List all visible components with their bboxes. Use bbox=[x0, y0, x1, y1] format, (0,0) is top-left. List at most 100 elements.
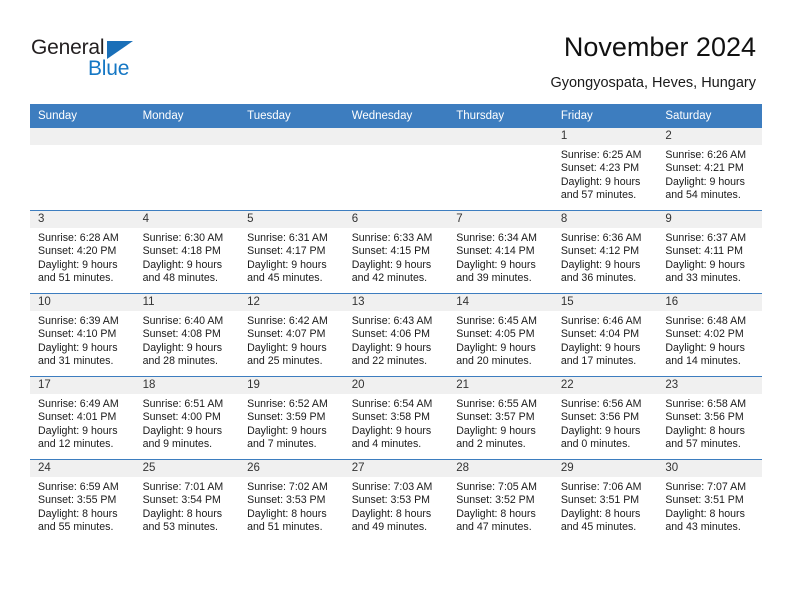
day-number: 28 bbox=[448, 460, 553, 477]
calendar-day-cell[interactable]: 24 Sunrise: 6:59 AM Sunset: 3:55 PM Dayligh… bbox=[30, 459, 135, 542]
sunset-text: Sunset: 3:56 PM bbox=[560, 411, 640, 424]
calendar-day-cell[interactable]: 11 Sunrise: 6:40 AM Sunset: 4:08 PM Dayligh… bbox=[134, 293, 240, 377]
calendar-body: 1 Sunrise: 6:25 AM Sunset: 4:23 PM Daylight… bbox=[30, 128, 762, 542]
sunset-text: Sunset: 3:51 PM bbox=[665, 494, 744, 507]
day-details: Sunrise: 6:40 AM Sunset: 4:08 PM Daylight:… bbox=[135, 311, 240, 369]
calendar-week-row: 1 Sunrise: 6:25 AM Sunset: 4:23 PM Daylight… bbox=[30, 128, 762, 211]
sunrise-text: Sunrise: 6:46 AM bbox=[560, 315, 642, 327]
sunrise-text: Sunrise: 6:52 AM bbox=[247, 398, 328, 410]
calendar-day-cell[interactable]: 26 Sunrise: 7:02 AM Sunset: 3:53 PM Dayligh… bbox=[239, 459, 344, 542]
weekday-header-monday: Monday bbox=[134, 104, 240, 128]
calendar-day-cell[interactable]: 13 Sunrise: 6:43 AM Sunset: 4:06 PM Dayligh… bbox=[343, 293, 449, 377]
calendar-day-cell[interactable]: 6 Sunrise: 6:33 AM Sunset: 4:15 PM Daylight… bbox=[343, 210, 449, 294]
day-details: Sunrise: 6:45 AM Sunset: 4:05 PM Daylight:… bbox=[448, 311, 553, 369]
calendar-day-cell-empty bbox=[134, 128, 240, 211]
daylight-text-line2: and 57 minutes. bbox=[560, 189, 637, 202]
day-number: 21 bbox=[448, 377, 553, 394]
day-number: 5 bbox=[239, 211, 344, 228]
calendar-day-cell[interactable]: 9 Sunrise: 6:37 AM Sunset: 4:11 PM Daylight… bbox=[657, 210, 762, 294]
day-number: 12 bbox=[239, 294, 344, 311]
day-details: Sunrise: 6:42 AM Sunset: 4:07 PM Daylight:… bbox=[239, 311, 344, 369]
day-details: Sunrise: 6:25 AM Sunset: 4:23 PM Daylight:… bbox=[553, 145, 658, 203]
day-details: Sunrise: 6:33 AM Sunset: 4:15 PM Daylight:… bbox=[344, 228, 449, 286]
day-details: Sunrise: 6:58 AM Sunset: 3:56 PM Daylight:… bbox=[657, 394, 762, 452]
sunrise-text: Sunrise: 7:01 AM bbox=[142, 481, 224, 493]
calendar-day-cell[interactable]: 12 Sunrise: 6:42 AM Sunset: 4:07 PM Dayligh… bbox=[239, 293, 344, 377]
daylight-text-line2: and 2 minutes. bbox=[456, 438, 526, 451]
daylight-text-line1: Daylight: 9 hours bbox=[142, 258, 223, 271]
sunrise-text: Sunrise: 6:59 AM bbox=[38, 481, 119, 493]
calendar-day-cell[interactable]: 4 Sunrise: 6:30 AM Sunset: 4:18 PM Daylight… bbox=[134, 210, 240, 294]
calendar-day-cell[interactable]: 22 Sunrise: 6:56 AM Sunset: 3:56 PM Dayligh… bbox=[552, 376, 658, 460]
calendar-page: General Blue November 2024 Gyongyospata,… bbox=[0, 0, 792, 612]
calendar-day-cell[interactable]: 25 Sunrise: 7:01 AM Sunset: 3:54 PM Dayligh… bbox=[134, 459, 240, 542]
sunset-text: Sunset: 4:23 PM bbox=[560, 162, 640, 175]
calendar-day-cell[interactable]: 7 Sunrise: 6:34 AM Sunset: 4:14 PM Daylight… bbox=[448, 210, 553, 294]
day-number: 24 bbox=[30, 460, 135, 477]
day-number: 10 bbox=[30, 294, 135, 311]
daylight-text-line1: Daylight: 8 hours bbox=[665, 507, 745, 520]
day-number: 26 bbox=[239, 460, 344, 477]
calendar-day-cell-empty bbox=[343, 128, 449, 211]
day-details: Sunrise: 6:39 AM Sunset: 4:10 PM Daylight:… bbox=[30, 311, 135, 369]
daylight-text-line1: Daylight: 8 hours bbox=[665, 424, 745, 437]
day-details: Sunrise: 7:01 AM Sunset: 3:54 PM Daylight:… bbox=[135, 477, 240, 535]
daylight-text-line1: Daylight: 9 hours bbox=[560, 341, 641, 354]
day-number bbox=[134, 128, 240, 145]
calendar-day-cell[interactable]: 3 Sunrise: 6:28 AM Sunset: 4:20 PM Daylight… bbox=[30, 210, 135, 294]
calendar-day-cell[interactable]: 1 Sunrise: 6:25 AM Sunset: 4:23 PM Daylight… bbox=[552, 128, 658, 211]
day-number: 19 bbox=[239, 377, 344, 394]
calendar-day-cell[interactable]: 28 Sunrise: 7:05 AM Sunset: 3:52 PM Dayligh… bbox=[448, 459, 553, 542]
calendar-day-cell[interactable]: 5 Sunrise: 6:31 AM Sunset: 4:17 PM Daylight… bbox=[239, 210, 344, 294]
day-details: Sunrise: 6:31 AM Sunset: 4:17 PM Daylight:… bbox=[239, 228, 344, 286]
calendar-day-cell-empty bbox=[239, 128, 344, 211]
daylight-text-line1: Daylight: 9 hours bbox=[665, 175, 745, 188]
daylight-text-line2: and 45 minutes. bbox=[560, 521, 637, 534]
daylight-text-line1: Daylight: 9 hours bbox=[142, 424, 223, 437]
day-number: 8 bbox=[552, 211, 658, 228]
daylight-text-line2: and 39 minutes. bbox=[456, 272, 532, 285]
daylight-text-line1: Daylight: 9 hours bbox=[560, 424, 641, 437]
calendar-day-cell[interactable]: 27 Sunrise: 7:03 AM Sunset: 3:53 PM Dayligh… bbox=[343, 459, 449, 542]
calendar-day-cell[interactable]: 10 Sunrise: 6:39 AM Sunset: 4:10 PM Dayligh… bbox=[30, 293, 135, 377]
calendar-day-cell[interactable]: 17 Sunrise: 6:49 AM Sunset: 4:01 PM Dayligh… bbox=[30, 376, 135, 460]
day-details: Sunrise: 6:56 AM Sunset: 3:56 PM Daylight:… bbox=[553, 394, 658, 452]
calendar-day-cell[interactable]: 30 Sunrise: 7:07 AM Sunset: 3:51 PM Dayligh… bbox=[657, 459, 762, 542]
sunset-text: Sunset: 3:53 PM bbox=[247, 494, 326, 507]
calendar-day-cell[interactable]: 29 Sunrise: 7:06 AM Sunset: 3:51 PM Dayligh… bbox=[552, 459, 658, 542]
calendar-week-row: 17 Sunrise: 6:49 AM Sunset: 4:01 PM Dayligh… bbox=[30, 376, 762, 460]
daylight-text-line2: and 53 minutes. bbox=[142, 521, 218, 534]
sunrise-text: Sunrise: 6:30 AM bbox=[142, 232, 224, 244]
sunrise-text: Sunrise: 6:48 AM bbox=[665, 315, 747, 327]
sunrise-text: Sunrise: 7:07 AM bbox=[665, 481, 747, 493]
daylight-text-line1: Daylight: 8 hours bbox=[456, 507, 536, 520]
weekday-header-thursday: Thursday bbox=[448, 104, 553, 128]
calendar-day-cell[interactable]: 19 Sunrise: 6:52 AM Sunset: 3:59 PM Dayligh… bbox=[239, 376, 344, 460]
calendar-day-cell[interactable]: 16 Sunrise: 6:48 AM Sunset: 4:02 PM Dayligh… bbox=[657, 293, 762, 377]
daylight-text-line1: Daylight: 9 hours bbox=[665, 258, 745, 271]
day-details: Sunrise: 6:55 AM Sunset: 3:57 PM Daylight:… bbox=[448, 394, 553, 452]
sunset-text: Sunset: 4:11 PM bbox=[665, 245, 743, 258]
calendar-day-cell[interactable]: 2 Sunrise: 6:26 AM Sunset: 4:21 PM Daylight… bbox=[657, 128, 762, 211]
calendar-day-cell[interactable]: 20 Sunrise: 6:54 AM Sunset: 3:58 PM Dayligh… bbox=[343, 376, 449, 460]
daylight-text-line1: Daylight: 9 hours bbox=[247, 424, 327, 437]
calendar-day-cell[interactable]: 23 Sunrise: 6:58 AM Sunset: 3:56 PM Dayligh… bbox=[657, 376, 762, 460]
daylight-text-line2: and 51 minutes. bbox=[247, 521, 323, 534]
sunrise-text: Sunrise: 6:37 AM bbox=[665, 232, 747, 244]
calendar-day-cell[interactable]: 18 Sunrise: 6:51 AM Sunset: 4:00 PM Dayligh… bbox=[134, 376, 240, 460]
daylight-text-line2: and 45 minutes. bbox=[247, 272, 323, 285]
day-number bbox=[343, 128, 449, 145]
sunrise-text: Sunrise: 6:33 AM bbox=[351, 232, 433, 244]
sunset-text: Sunset: 4:05 PM bbox=[456, 328, 535, 341]
calendar-day-cell[interactable]: 15 Sunrise: 6:46 AM Sunset: 4:04 PM Dayligh… bbox=[552, 293, 658, 377]
day-details: Sunrise: 6:59 AM Sunset: 3:55 PM Daylight:… bbox=[30, 477, 135, 535]
calendar-day-cell[interactable]: 8 Sunrise: 6:36 AM Sunset: 4:12 PM Daylight… bbox=[552, 210, 658, 294]
calendar-day-cell[interactable]: 21 Sunrise: 6:55 AM Sunset: 3:57 PM Dayligh… bbox=[448, 376, 553, 460]
daylight-text-line2: and 36 minutes. bbox=[560, 272, 637, 285]
sunset-text: Sunset: 4:02 PM bbox=[665, 328, 744, 341]
day-number: 14 bbox=[448, 294, 553, 311]
sunrise-text: Sunrise: 6:58 AM bbox=[665, 398, 747, 410]
calendar-day-cell[interactable]: 14 Sunrise: 6:45 AM Sunset: 4:05 PM Dayligh… bbox=[448, 293, 553, 377]
day-number: 4 bbox=[134, 211, 240, 228]
daylight-text-line2: and 20 minutes. bbox=[456, 355, 532, 368]
